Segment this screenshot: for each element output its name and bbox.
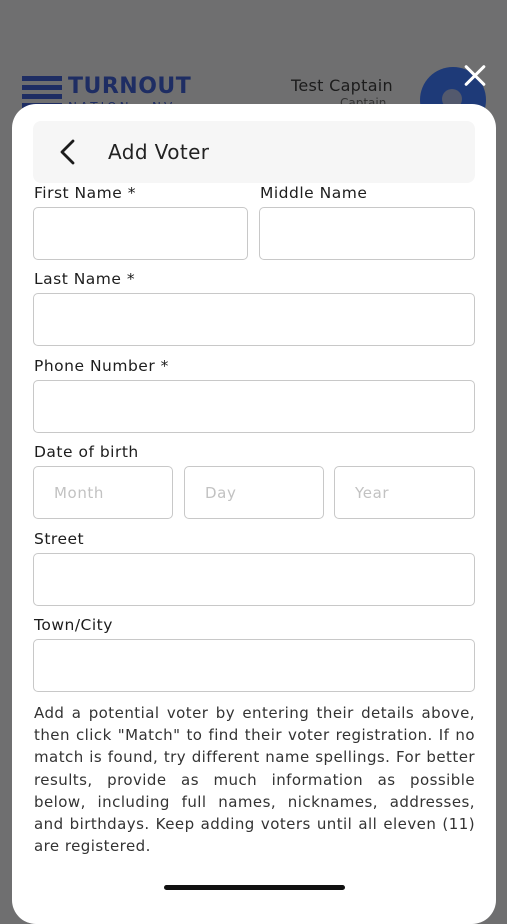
dob-month-input[interactable]	[33, 466, 173, 519]
chevron-left-icon	[60, 139, 75, 165]
first-name-label: First Name *	[34, 184, 136, 202]
middle-name-label: Middle Name	[260, 184, 368, 202]
home-indicator	[164, 885, 345, 890]
close-icon[interactable]	[459, 60, 491, 92]
street-label: Street	[34, 530, 85, 548]
town-city-label: Town/City	[34, 616, 113, 634]
add-voter-sheet: Add Voter First Name * Middle Name Last …	[12, 104, 496, 924]
phone-number-label: Phone Number *	[34, 357, 169, 375]
dob-day-input[interactable]	[184, 466, 324, 519]
middle-name-input[interactable]	[259, 207, 475, 260]
dob-year-input[interactable]	[334, 466, 475, 519]
date-of-birth-label: Date of birth	[34, 443, 139, 461]
logo-title: TURNOUT	[68, 74, 192, 99]
back-button[interactable]	[57, 139, 81, 165]
street-input[interactable]	[33, 553, 475, 606]
last-name-label: Last Name *	[34, 270, 136, 288]
page-title: Add Voter	[108, 140, 210, 164]
town-city-input[interactable]	[33, 639, 475, 692]
phone-number-input[interactable]	[33, 380, 475, 433]
sheet-header: Add Voter	[33, 121, 475, 183]
last-name-input[interactable]	[33, 293, 475, 346]
first-name-input[interactable]	[33, 207, 248, 260]
user-name: Test Captain	[291, 76, 393, 95]
help-text: Add a potential voter by entering their …	[34, 704, 475, 856]
